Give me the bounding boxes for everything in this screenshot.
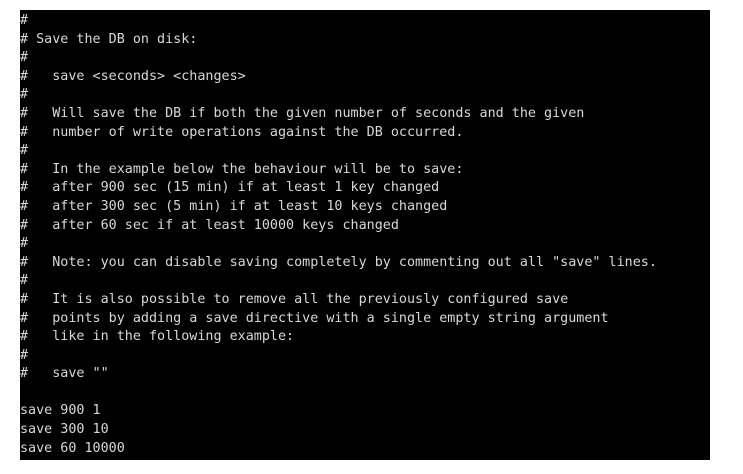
terminal-line: # number of write operations against the… — [20, 124, 464, 140]
terminal-line: save 900 1 — [20, 403, 101, 419]
terminal-line: # In the example below the behaviour wil… — [20, 161, 464, 177]
terminal-line: # after 300 sec (5 min) if at least 10 k… — [20, 198, 448, 214]
terminal-window[interactable]: # # Save the DB on disk: # # save <secon… — [20, 10, 710, 460]
terminal-text-area[interactable]: # # Save the DB on disk: # # save <secon… — [20, 12, 657, 458]
terminal-line: # after 60 sec if at least 10000 keys ch… — [20, 217, 399, 233]
terminal-line: save 60 10000 — [20, 440, 125, 456]
terminal-line: # Note: you can disable saving completel… — [20, 254, 657, 270]
terminal-line: # — [20, 143, 29, 159]
terminal-line: # — [20, 13, 29, 28]
terminal-line: # Save the DB on disk: — [20, 31, 198, 47]
terminal-line: # — [20, 87, 29, 103]
terminal-line: # — [20, 50, 29, 66]
terminal-line: # save "" — [20, 366, 109, 382]
terminal-line: # save <seconds> <changes> — [20, 68, 246, 84]
terminal-line: # — [20, 273, 29, 289]
terminal-line: save 300 10 — [20, 422, 109, 438]
terminal-line: # points by adding a save directive with… — [20, 310, 609, 326]
terminal-line: # like in the following example: — [20, 329, 295, 345]
terminal-line: # after 900 sec (15 min) if at least 1 k… — [20, 180, 440, 196]
terminal-line: # — [20, 347, 29, 363]
terminal-line: # It is also possible to remove all the … — [20, 291, 569, 307]
terminal-line: # — [20, 236, 29, 252]
terminal-line: # Will save the DB if both the given num… — [20, 105, 585, 121]
